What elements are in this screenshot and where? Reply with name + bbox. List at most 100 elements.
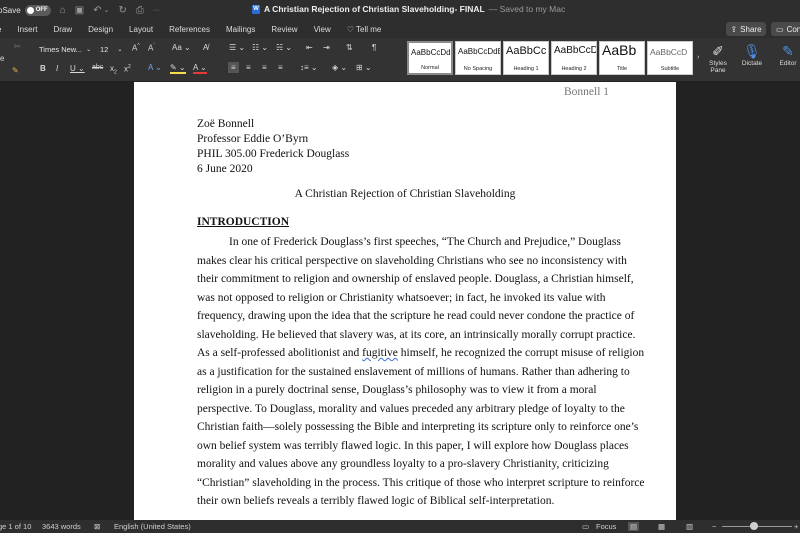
- strikethrough-button[interactable]: abc: [92, 64, 103, 71]
- page-count[interactable]: ge 1 of 10: [0, 522, 31, 531]
- dictate-button[interactable]: 🎙 Dictate: [735, 42, 769, 67]
- borders-icon[interactable]: ⊞ ⌄: [356, 63, 372, 72]
- share-label: Share: [740, 24, 762, 34]
- tab-view[interactable]: View: [306, 25, 339, 34]
- font-size-select[interactable]: 12 ⌄: [98, 43, 126, 56]
- editor-button[interactable]: ✎ Editor: [771, 42, 800, 67]
- focus-label[interactable]: Focus: [596, 522, 616, 531]
- body-line: slaveholding. He believed that slavery w…: [197, 328, 636, 341]
- print-icon[interactable]: ⎙: [136, 5, 144, 16]
- subscript-button[interactable]: x2: [110, 64, 117, 76]
- share-icon: ⇪: [730, 24, 738, 34]
- style-subtitle[interactable]: AaBbCcD Subtitle: [647, 41, 693, 75]
- style-normal[interactable]: AaBbCcDdEe Normal: [407, 41, 453, 75]
- superscript-button[interactable]: x2: [124, 64, 131, 74]
- chevron-down-icon[interactable]: ⌄: [104, 6, 110, 14]
- share-button[interactable]: ⇪ Share: [726, 22, 766, 36]
- document-page[interactable]: Bonnell 1 Zoë Bonnell Professor Eddie O’…: [134, 82, 676, 520]
- style-heading-1[interactable]: AaBbCc Heading 1: [503, 41, 549, 75]
- style-title[interactable]: AaBb Title: [599, 41, 645, 75]
- document-title: W A Christian Rejection of Christian Sla…: [252, 4, 565, 14]
- font-color-icon[interactable]: A ⌄: [193, 63, 207, 74]
- document-canvas[interactable]: Bonnell 1 Zoë Bonnell Professor Eddie O’…: [0, 82, 800, 520]
- italic-button[interactable]: I: [56, 64, 58, 73]
- grow-font-icon[interactable]: A^: [132, 43, 140, 53]
- tab-references[interactable]: References: [161, 25, 218, 34]
- line-spacing-icon[interactable]: ↕≡ ⌄: [300, 63, 318, 72]
- paste-icon[interactable]: e: [0, 54, 4, 63]
- section-heading: INTRODUCTION: [197, 216, 290, 228]
- paragraph-marks-icon[interactable]: ¶: [372, 43, 376, 52]
- bullets-icon[interactable]: ☰ ⌄: [229, 43, 245, 52]
- tell-me-search[interactable]: ♡ Tell me: [339, 25, 390, 34]
- home-icon[interactable]: ⌂: [60, 5, 66, 16]
- body-line: their own beliefs reveals a terribly fla…: [197, 495, 555, 507]
- tab-insert[interactable]: Insert: [9, 25, 45, 34]
- underline-button[interactable]: U ⌄: [70, 64, 85, 73]
- style-heading-2[interactable]: AaBbCcD Heading 2: [551, 41, 597, 75]
- tab-home[interactable]: e: [0, 25, 9, 34]
- title-bar: oSave OFF ⌂ ▣ ↶ ⌄ ↻ ⎙ ··· W A Christian …: [0, 0, 800, 20]
- chevron-right-icon[interactable]: ›: [697, 54, 699, 61]
- styles-pane-button[interactable]: ✐ Styles Pane: [701, 42, 735, 74]
- align-right-icon[interactable]: ≡: [262, 63, 267, 72]
- comments-label: Con: [786, 24, 800, 34]
- word-count[interactable]: 3643 words: [42, 522, 81, 531]
- web-layout-icon[interactable]: ▦: [658, 522, 665, 531]
- comments-button[interactable]: ▭ Con: [771, 22, 800, 36]
- zoom-out-icon[interactable]: −: [712, 522, 716, 531]
- undo-icon[interactable]: ↶: [93, 5, 101, 16]
- spelling-flag[interactable]: fugitive: [362, 347, 398, 359]
- font-name-select[interactable]: Times New... ⌄: [36, 43, 94, 56]
- style-name: Normal: [421, 65, 439, 71]
- professor-line: Professor Eddie O’Byrn: [197, 133, 309, 145]
- tab-draw[interactable]: Draw: [45, 25, 80, 34]
- tab-mailings[interactable]: Mailings: [218, 25, 263, 34]
- zoom-slider-thumb[interactable]: [750, 522, 758, 530]
- shading-icon[interactable]: ◈ ⌄: [332, 63, 347, 72]
- date-line: 6 June 2020: [197, 163, 253, 175]
- comment-icon: ▭: [776, 24, 784, 34]
- shrink-font-icon[interactable]: Aˇ: [148, 43, 155, 53]
- justify-icon[interactable]: ≡: [278, 63, 283, 72]
- autosave-toggle[interactable]: OFF: [24, 4, 51, 16]
- text-effects-icon[interactable]: A ⌄: [148, 63, 162, 72]
- tab-design[interactable]: Design: [80, 25, 121, 34]
- autosave-control[interactable]: oSave OFF: [0, 4, 51, 16]
- align-center-icon[interactable]: ≡: [246, 63, 251, 72]
- style-sample: AaBbCcD: [554, 45, 597, 56]
- body-line: own belief system was terribly flawed lo…: [197, 439, 629, 452]
- cut-icon[interactable]: ✂: [14, 42, 21, 51]
- format-painter-icon[interactable]: ✎: [12, 66, 19, 75]
- align-left-icon[interactable]: ≡: [228, 62, 239, 73]
- read-mode-icon[interactable]: ▥: [686, 522, 693, 531]
- focus-icon[interactable]: ▭: [582, 522, 589, 531]
- proofing-icon[interactable]: ⊠: [94, 522, 100, 531]
- increase-indent-icon[interactable]: ⇥: [323, 43, 330, 52]
- sort-icon[interactable]: ⇅: [346, 43, 353, 52]
- numbering-icon[interactable]: ☷ ⌄: [252, 43, 268, 52]
- clear-formatting-icon[interactable]: A̸: [203, 43, 208, 52]
- body-line: In one of Frederick Douglass’s first spe…: [229, 236, 621, 248]
- redo-icon[interactable]: ↻: [118, 5, 126, 16]
- print-layout-icon[interactable]: ▤: [628, 522, 640, 531]
- highlight-icon[interactable]: ✎ ⌄: [170, 63, 186, 74]
- body-paragraph: In one of Frederick Douglass’s first spe…: [197, 233, 645, 511]
- tab-layout[interactable]: Layout: [121, 25, 161, 34]
- decrease-indent-icon[interactable]: ⇤: [306, 43, 313, 52]
- language[interactable]: English (United States): [114, 522, 191, 531]
- course-line: PHIL 305.00 Frederick Douglass: [197, 148, 350, 160]
- style-no-spacing[interactable]: AaBbCcDdEe No Spacing: [455, 41, 501, 75]
- font-size-value: 12: [100, 45, 109, 54]
- change-case-icon[interactable]: Aa ⌄: [172, 43, 191, 52]
- multilevel-list-icon[interactable]: ☵ ⌄: [276, 43, 292, 52]
- bold-button[interactable]: B: [40, 64, 46, 73]
- status-bar: ge 1 of 10 3643 words ⊠ English (United …: [0, 520, 800, 533]
- styles-gallery: AaBbCcDdEe Normal AaBbCcDdEe No Spacing Aa…: [407, 41, 695, 75]
- body-line-part: himself, he recognized the corrupt misus…: [397, 347, 645, 359]
- zoom-in-icon[interactable]: +: [794, 522, 798, 531]
- body-line: makes clear his critical perspective on …: [197, 254, 627, 267]
- tab-review[interactable]: Review: [263, 25, 305, 34]
- more-icon[interactable]: ···: [153, 7, 160, 14]
- save-icon[interactable]: ▣: [75, 5, 84, 16]
